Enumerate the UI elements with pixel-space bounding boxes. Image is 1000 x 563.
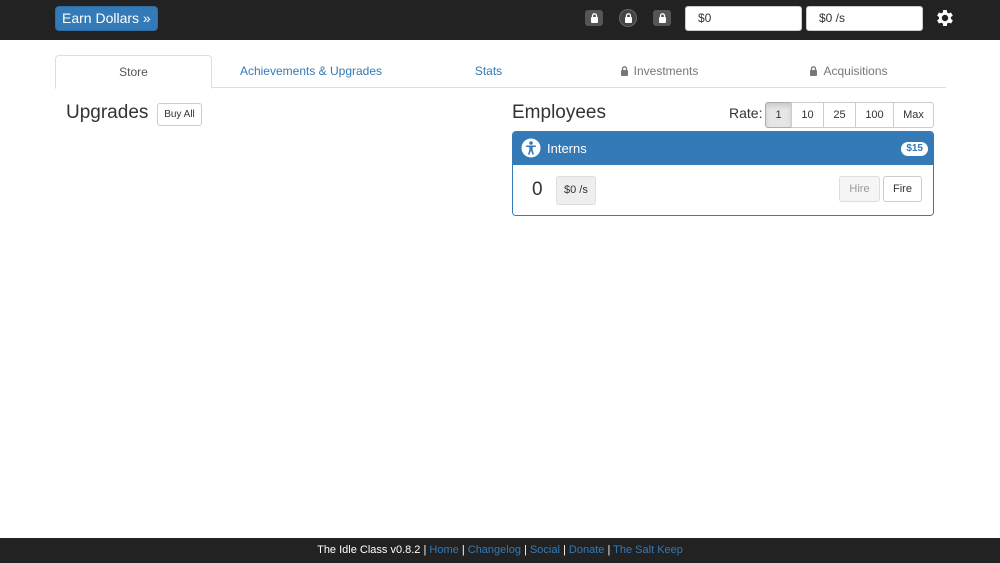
hire-button[interactable]: Hire [839, 176, 880, 202]
locked-feature-button[interactable] [653, 10, 671, 26]
locked-feature-button[interactable] [619, 9, 637, 27]
upgrades-title: Upgrades [66, 102, 149, 123]
tab-acquisitions[interactable]: Acquisitions [751, 55, 946, 88]
employee-name: Interns [547, 141, 587, 156]
separator: | [461, 544, 465, 556]
employee-count: 0 [532, 179, 543, 200]
tab-investments[interactable]: Investments [567, 55, 751, 88]
person-icon [521, 138, 541, 158]
employee-income-rate: $0 /s [556, 176, 596, 205]
lock-icon [590, 13, 598, 23]
buy-all-button[interactable]: Buy All [157, 103, 202, 126]
income-rate-display: $0 /s [806, 6, 923, 31]
employee-card-header: Interns $15 [513, 132, 933, 165]
tab-store[interactable]: Store [55, 55, 212, 89]
separator: | [562, 544, 566, 556]
tab-label: Store [119, 65, 148, 79]
rate-option-25[interactable]: 25 [823, 102, 856, 128]
rate-option-100[interactable]: 100 [855, 102, 894, 128]
footer-version: The Idle Class v0.8.2 [317, 544, 421, 556]
employee-card-body: 0 $0 /s Hire Fire [513, 165, 933, 215]
rate-label: Rate: [729, 105, 763, 121]
footer-link-home[interactable]: Home [429, 544, 458, 556]
employees-title: Employees [512, 102, 606, 123]
main-tabs: Store Achievements & Upgrades Stats Inve… [55, 55, 946, 89]
rate-option-1[interactable]: 1 [765, 102, 792, 128]
lock-icon [658, 13, 666, 23]
money-display: $0 [685, 6, 802, 31]
lock-icon [810, 66, 818, 76]
tab-stats[interactable]: Stats [410, 55, 567, 88]
tab-label: Achievements & Upgrades [239, 64, 383, 78]
tab-label: Acquisitions [823, 64, 888, 78]
top-navbar: Earn Dollars » $0 $0 /s [0, 0, 1000, 40]
separator: | [607, 544, 611, 556]
footer-link-donate[interactable]: Donate [569, 544, 604, 556]
employee-cost-badge: $15 [901, 142, 928, 156]
rate-option-10[interactable]: 10 [791, 102, 824, 128]
employee-card-interns: Interns $15 0 $0 /s Hire Fire [512, 131, 934, 216]
footer-link-social[interactable]: Social [530, 544, 560, 556]
separator: | [423, 544, 427, 556]
gear-icon[interactable] [934, 7, 956, 29]
rate-button-group: 1 10 25 100 Max [765, 102, 934, 128]
footer: The Idle Class v0.8.2 | Home | Changelog… [0, 538, 1000, 563]
lock-icon [624, 13, 632, 23]
footer-link-salt-keep[interactable]: The Salt Keep [613, 544, 683, 556]
tab-achievements-upgrades[interactable]: Achievements & Upgrades [212, 55, 410, 88]
locked-feature-button[interactable] [585, 10, 603, 26]
fire-button[interactable]: Fire [883, 176, 922, 202]
tab-label: Stats [474, 64, 503, 78]
lock-icon [620, 66, 628, 76]
tab-label: Investments [633, 64, 699, 78]
separator: | [524, 544, 527, 556]
footer-link-changelog[interactable]: Changelog [468, 544, 521, 556]
rate-option-max[interactable]: Max [893, 102, 934, 128]
earn-dollars-button[interactable]: Earn Dollars » [55, 6, 158, 31]
